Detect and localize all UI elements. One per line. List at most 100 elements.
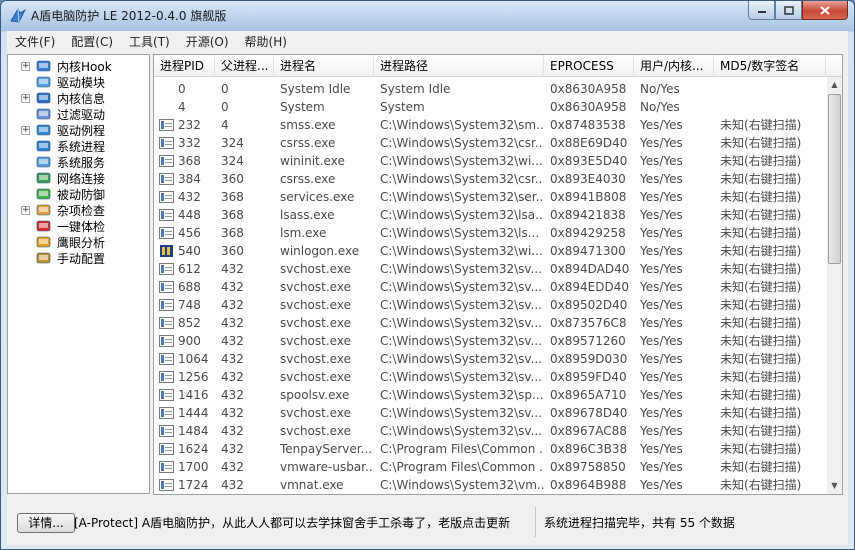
- menu-opensource[interactable]: 开源(O): [178, 33, 237, 50]
- minimize-button[interactable]: [748, 1, 775, 20]
- column-header[interactable]: 进程路径: [374, 55, 544, 77]
- tree-item[interactable]: 手动配置: [8, 250, 149, 266]
- table-row[interactable]: 0 0 System Idle System Idle 0x8630A958 No/Yes: [154, 80, 826, 98]
- expand-icon[interactable]: +: [21, 62, 30, 71]
- table-row[interactable]: 900 432 svchost.exe C:\Windows\System32\sv.…: [154, 332, 826, 350]
- table-row[interactable]: 448 368 lsass.exe C:\Windows\System32\lsa..…: [154, 206, 826, 224]
- table-cell: 未知(右键扫描): [720, 334, 802, 348]
- table-row[interactable]: 332 324 csrss.exe C:\Windows\System32\csr..…: [154, 134, 826, 152]
- table-cell: Yes/Yes: [640, 298, 683, 312]
- scroll-down-button[interactable]: ▼: [827, 478, 842, 494]
- table-cell: 0x894EDD40: [550, 280, 629, 294]
- column-header[interactable]: MD5/数字签名: [714, 55, 826, 77]
- table-cell: C:\Windows\System32\lsa...: [380, 208, 544, 222]
- details-button[interactable]: 详情...: [17, 513, 75, 533]
- table-row[interactable]: 1256 432 svchost.exe C:\Windows\System32\sv…: [154, 368, 826, 386]
- tree-item[interactable]: 过滤驱动: [8, 106, 149, 122]
- tree-item-label: 杂项检查: [57, 203, 106, 218]
- expand-icon[interactable]: +: [21, 206, 30, 215]
- table-cell: 未知(右键扫描): [720, 136, 802, 150]
- column-header[interactable]: EPROCESS: [544, 55, 634, 77]
- tree-item[interactable]: 系统进程: [8, 138, 149, 154]
- table-cell: vmware-usbar...: [280, 460, 374, 474]
- tree-item-label: 鹰眼分析: [57, 235, 106, 250]
- expand-icon[interactable]: +: [21, 94, 30, 103]
- navigation-tree[interactable]: + 内核Hook 驱动模块 + 内核信息 过滤驱动 + 驱动例程 系统进程 系统服务 网络连接 被动防…: [7, 54, 150, 494]
- column-header[interactable]: 用户/内核...: [634, 55, 714, 77]
- table-cell: spoolsv.exe: [280, 388, 350, 402]
- table-cell: 1416: [178, 388, 209, 402]
- table-row[interactable]: 1444 432 svchost.exe C:\Windows\System32\sv…: [154, 404, 826, 422]
- menu-bar: 文件(F) 配置(C) 工具(T) 开源(O) 帮助(H): [7, 31, 848, 52]
- tree-item[interactable]: 鹰眼分析: [8, 234, 149, 250]
- table-row[interactable]: 852 432 svchost.exe C:\Windows\System32\sv.…: [154, 314, 826, 332]
- tree-item[interactable]: 系统服务: [8, 154, 149, 170]
- table-cell: Yes/Yes: [640, 334, 683, 348]
- table-row[interactable]: 612 432 svchost.exe C:\Windows\System32\sv.…: [154, 260, 826, 278]
- table-header: 进程PID 父进程... 进程名 进程路径 EPROCESS 用户/内核... MD5/数字…: [154, 55, 842, 77]
- table-cell: C:\Windows\System32\sv...: [380, 280, 542, 294]
- table-cell: Yes/Yes: [640, 370, 683, 384]
- table-row[interactable]: 456 368 lsm.exe C:\Windows\System32\ls... 0x…: [154, 224, 826, 242]
- table-row[interactable]: 368 324 wininit.exe C:\Windows\System32\wi.…: [154, 152, 826, 170]
- scroll-thumb[interactable]: [828, 94, 841, 264]
- table-row[interactable]: 1064 432 svchost.exe C:\Windows\System32\sv…: [154, 350, 826, 368]
- tree-item[interactable]: 驱动模块: [8, 74, 149, 90]
- tree-item[interactable]: 被动防御: [8, 186, 149, 202]
- table-cell: 未知(右键扫描): [720, 118, 802, 132]
- maximize-icon: [783, 5, 794, 15]
- column-header[interactable]: 进程名: [274, 55, 374, 77]
- table-row[interactable]: 384 360 csrss.exe C:\Windows\System32\csr..…: [154, 170, 826, 188]
- table-cell: svchost.exe: [280, 334, 351, 348]
- table-cell: 0x89758850: [550, 460, 626, 474]
- tree-item[interactable]: 一键体检: [8, 218, 149, 234]
- menu-file[interactable]: 文件(F): [7, 33, 63, 50]
- table-row[interactable]: 540 360 winlogon.exe C:\Windows\System32\wi…: [154, 242, 826, 260]
- close-button[interactable]: [802, 1, 848, 20]
- table-cell: 0x893E5D40: [550, 154, 628, 168]
- scroll-up-button[interactable]: ▲: [827, 77, 842, 93]
- table-cell: svchost.exe: [280, 370, 351, 384]
- vertical-scrollbar[interactable]: ▲ ▼: [827, 77, 842, 494]
- process-table[interactable]: 进程PID 父进程... 进程名 进程路径 EPROCESS 用户/内核... MD5/数字…: [153, 54, 843, 495]
- table-row[interactable]: 1724 432 vmnat.exe C:\Windows\System32\vm..…: [154, 476, 826, 494]
- maximize-button[interactable]: [775, 1, 802, 20]
- tree-item[interactable]: + 内核信息: [8, 90, 149, 106]
- table-cell: 748: [178, 298, 201, 312]
- table-row[interactable]: 432 368 services.exe C:\Windows\System32\se…: [154, 188, 826, 206]
- table-cell: 332: [178, 136, 201, 150]
- menu-help[interactable]: 帮助(H): [237, 33, 295, 50]
- table-cell: 0x8967AC88: [550, 424, 627, 438]
- table-row[interactable]: 1624 432 TenpayServer... C:\Program Files\C…: [154, 440, 826, 458]
- column-header[interactable]: 进程PID: [154, 55, 215, 77]
- table-row[interactable]: 1700 432 vmware-usbar... C:\Program Files\C…: [154, 458, 826, 476]
- table-cell: 未知(右键扫描): [720, 316, 802, 330]
- status-message[interactable]: [A-Protect] A盾电脑防护，从此人人都可以去学抹窗舍手工杀毒了，老版点…: [74, 514, 510, 531]
- table-cell: 1064: [178, 352, 209, 366]
- table-cell: 432: [221, 370, 244, 384]
- title-bar[interactable]: A盾电脑防护 LE 2012-0.4.0 旗舰版: [1, 1, 854, 31]
- table-cell: System Idle: [280, 82, 351, 96]
- tree-item-label: 一键体检: [57, 219, 106, 234]
- table-cell: svchost.exe: [280, 316, 351, 330]
- menu-tools[interactable]: 工具(T): [121, 33, 178, 50]
- table-cell: Yes/Yes: [640, 424, 683, 438]
- tree-item[interactable]: + 杂项检查: [8, 202, 149, 218]
- column-header[interactable]: 父进程...: [215, 55, 274, 77]
- tree-item[interactable]: + 内核Hook: [8, 58, 149, 74]
- table-row[interactable]: 1416 432 spoolsv.exe C:\Windows\System32\sp…: [154, 386, 826, 404]
- expand-icon[interactable]: +: [21, 126, 30, 135]
- table-row[interactable]: 748 432 svchost.exe C:\Windows\System32\sv.…: [154, 296, 826, 314]
- table-cell: 未知(右键扫描): [720, 478, 802, 492]
- table-row[interactable]: 1484 432 svchost.exe C:\Windows\System32\sv…: [154, 422, 826, 440]
- tree-item[interactable]: 网络连接: [8, 170, 149, 186]
- table-cell: System Idle: [380, 82, 451, 96]
- menu-config[interactable]: 配置(C): [63, 33, 121, 50]
- table-row[interactable]: 4 0 System System 0x8630A958 No/Yes: [154, 98, 826, 116]
- table-row[interactable]: 232 4 smss.exe C:\Windows\System32\sm... 0x8…: [154, 116, 826, 134]
- table-cell: 未知(右键扫描): [720, 352, 802, 366]
- table-cell: 4: [178, 100, 186, 114]
- tree-item[interactable]: + 驱动例程: [8, 122, 149, 138]
- table-row[interactable]: 688 432 svchost.exe C:\Windows\System32\sv.…: [154, 278, 826, 296]
- tree-item-label: 网络连接: [57, 171, 106, 186]
